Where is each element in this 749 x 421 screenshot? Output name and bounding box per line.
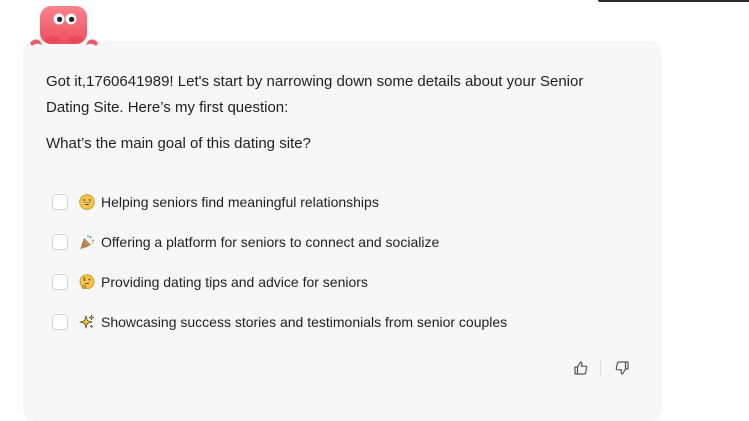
option-item[interactable]: Showcasing success stories and testimoni… <box>52 302 507 342</box>
option-checkbox[interactable] <box>52 194 68 210</box>
option-item[interactable]: Helping seniors find meaningful relation… <box>52 182 507 222</box>
assistant-message-card: Got it,1760641989! Let's start by narrow… <box>23 41 662 421</box>
mascot-icon <box>30 6 98 46</box>
options-list: Helping seniors find meaningful relation… <box>52 182 507 342</box>
option-item[interactable]: Providing dating tips and advice for sen… <box>52 262 507 302</box>
thinking-face-emoji-icon <box>79 274 95 290</box>
option-label: Providing dating tips and advice for sen… <box>101 274 368 290</box>
option-label: Helping seniors find meaningful relation… <box>101 194 379 210</box>
option-item[interactable]: Offering a platform for seniors to conne… <box>52 222 507 262</box>
option-label: Showcasing success stories and testimoni… <box>101 314 508 330</box>
option-checkbox[interactable] <box>52 234 68 250</box>
thumbs-down-icon[interactable] <box>613 359 631 377</box>
option-label: Offering a platform for seniors to conne… <box>101 234 440 250</box>
sparkles-emoji-icon <box>79 314 95 330</box>
feedback-divider <box>600 360 601 376</box>
grinning-face-emoji-icon <box>79 194 95 210</box>
message-intro: Got it,1760641989! Let's start by narrow… <box>46 73 584 116</box>
thumbs-up-icon[interactable] <box>572 359 590 377</box>
window-top-edge <box>598 0 749 2</box>
option-checkbox[interactable] <box>52 314 68 330</box>
party-popper-emoji-icon <box>80 235 94 250</box>
option-checkbox[interactable] <box>52 274 68 290</box>
message-question: What’s the main goal of this dating site… <box>46 135 311 152</box>
